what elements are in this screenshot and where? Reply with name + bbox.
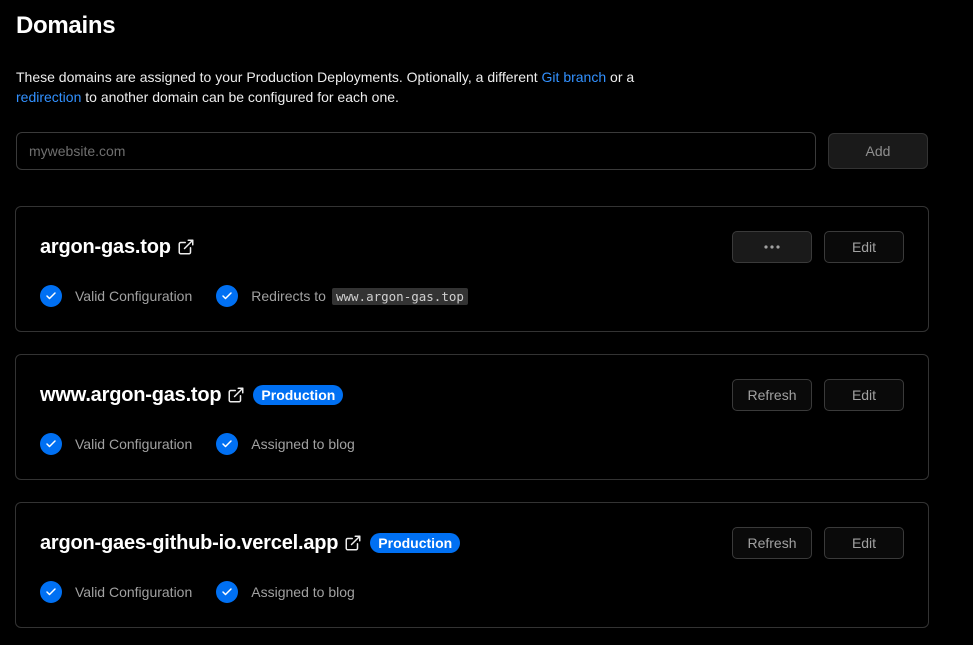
status-item: Valid Configuration [40, 581, 192, 603]
external-link-icon[interactable] [177, 238, 195, 256]
check-circle-icon [216, 433, 239, 455]
edit-button[interactable]: Edit [824, 231, 904, 263]
status-row: Valid Configuration Assigned to blog [40, 580, 379, 604]
description-text: to another domain can be configured for … [81, 89, 399, 105]
page-title: Domains [16, 12, 116, 39]
status-item: Redirects to www.argon-gas.top [216, 285, 468, 307]
check-circle-icon [40, 433, 62, 455]
domain-input[interactable] [16, 132, 816, 170]
add-button[interactable]: Add [828, 133, 928, 169]
add-domain-form: Add [16, 132, 928, 170]
domain-name[interactable]: www.argon-gas.top [40, 384, 222, 407]
domain-title-row: www.argon-gas.top Production [40, 381, 344, 409]
redirection-link[interactable]: redirection [16, 89, 81, 105]
more-icon [764, 245, 780, 249]
status-row: Valid Configuration Redirects to www.arg… [40, 284, 492, 308]
card-actions: Edit [732, 231, 904, 263]
description-text: or a [606, 69, 635, 85]
status-text: Assigned to blog [251, 436, 355, 452]
redirect-target: www.argon-gas.top [331, 287, 468, 305]
status-item: Valid Configuration [40, 433, 192, 455]
edit-button[interactable]: Edit [824, 379, 904, 411]
status-row: Valid Configuration Assigned to blog [40, 432, 379, 456]
refresh-button[interactable]: Refresh [732, 379, 812, 411]
check-circle-icon [216, 581, 239, 603]
domain-title-row: argon-gaes-github-io.vercel.app Producti… [40, 529, 461, 557]
status-text: Redirects to [251, 288, 326, 304]
domain-title-row: argon-gas.top [40, 233, 195, 261]
check-circle-icon [40, 581, 62, 603]
production-badge: Production [370, 533, 461, 553]
domains-page: Domains These domains are assigned to yo… [0, 0, 973, 645]
domain-name[interactable]: argon-gaes-github-io.vercel.app [40, 532, 338, 555]
production-badge: Production [253, 385, 344, 405]
refresh-button[interactable]: Refresh [732, 527, 812, 559]
check-circle-icon [216, 285, 239, 307]
external-link-icon[interactable] [227, 386, 245, 404]
status-item: Assigned to blog [216, 581, 355, 603]
domain-card: www.argon-gas.top Production Refresh Edi… [15, 354, 929, 480]
card-actions: Refresh Edit [732, 527, 904, 559]
git-branch-link[interactable]: Git branch [542, 69, 607, 85]
domain-name[interactable]: argon-gas.top [40, 236, 171, 259]
edit-button[interactable]: Edit [824, 527, 904, 559]
external-link-icon[interactable] [344, 534, 362, 552]
domain-card: argon-gas.top Edit Valid Configuration R… [15, 206, 929, 332]
status-text: Valid Configuration [75, 288, 193, 304]
status-item: Valid Configuration [40, 285, 192, 307]
check-circle-icon [40, 285, 62, 307]
status-text: Valid Configuration [75, 436, 193, 452]
domain-card: argon-gaes-github-io.vercel.app Producti… [15, 502, 929, 628]
status-text: Assigned to blog [251, 584, 355, 600]
card-actions: Refresh Edit [732, 379, 904, 411]
more-options-button[interactable] [732, 231, 812, 263]
page-description: These domains are assigned to your Produ… [16, 67, 716, 107]
status-text: Valid Configuration [75, 584, 193, 600]
status-item: Assigned to blog [216, 433, 355, 455]
description-text: These domains are assigned to your Produ… [16, 69, 542, 85]
